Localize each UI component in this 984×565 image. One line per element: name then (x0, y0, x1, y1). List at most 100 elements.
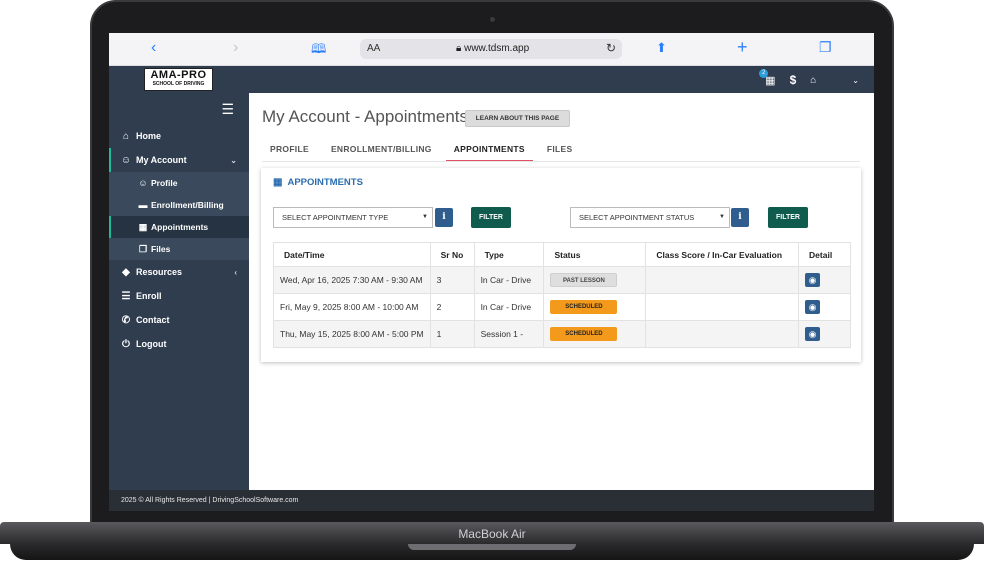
sidebar-item-label: Resources (136, 267, 183, 277)
account-tabs: PROFILE ENROLLMENT/BILLING APPOINTMENTS … (262, 137, 586, 162)
browser-toolbar: ‹ › 🕮 AA 🔒︎ www.tdsm.app ↻ ⬆︎ + ❐ (109, 33, 874, 66)
appointment-status-select-value: SELECT APPOINTMENT STATUS (579, 213, 695, 222)
tab-files[interactable]: FILES (539, 137, 581, 162)
appointment-type-select-value: SELECT APPOINTMENT TYPE (282, 213, 389, 222)
table-row: Fri, May 9, 2025 8:00 AM - 10:00 AM 2 In… (273, 293, 851, 321)
sidebar-item-label: Contact (136, 315, 170, 325)
school-logo[interactable]: AMA-PRO SCHOOL OF DRIVING (144, 68, 213, 91)
cell-sr-no: 1 (429, 320, 475, 348)
sidebar-item-logout[interactable]: ⏻ Logout (109, 332, 249, 356)
sidebar-item-resources[interactable]: ◆ Resources ‹ (109, 260, 249, 284)
cell-sr-no: 2 (429, 293, 475, 321)
device-label: MacBook Air (458, 527, 526, 541)
filter-type-button[interactable]: FILTER (471, 207, 511, 228)
user-icon[interactable]: ⌂ (810, 75, 816, 86)
sidebar-item-label: Home (136, 131, 162, 141)
laptop-base: MacBook Air (0, 522, 984, 565)
column-header-status: Status (543, 242, 647, 267)
sidebar-item-label: Files (151, 244, 171, 254)
camera-icon (490, 17, 495, 22)
sidebar-item-label: Appointments (151, 222, 209, 232)
appointments-panel: ▦ APPOINTMENTS SELECT APPOINTMENT TYPE ▼… (261, 168, 861, 362)
files-icon: ❐ (138, 243, 148, 254)
sidebar-item-appointments[interactable]: ▦ Appointments (109, 216, 249, 238)
view-detail-eye-icon[interactable]: ◉ (805, 273, 821, 287)
table-header-row: Date/Time Sr No Type Status Class Score … (273, 242, 851, 267)
filter-status-button[interactable]: FILTER (768, 207, 808, 228)
cell-status: PAST LESSON (543, 266, 647, 294)
sidebar-item-enrollment-billing[interactable]: ▬ Enrollment/Billing (109, 194, 249, 216)
laptop-notch (408, 544, 576, 550)
screen: ‹ › 🕮 AA 🔒︎ www.tdsm.app ↻ ⬆︎ + ❐ AMA-PR… (109, 33, 874, 511)
dollar-icon[interactable]: $ (790, 73, 797, 87)
tab-profile[interactable]: PROFILE (262, 137, 317, 162)
calendar-icon: ▦ (138, 221, 148, 232)
view-detail-eye-icon[interactable]: ◉ (805, 300, 821, 314)
app-header: AMA-PRO SCHOOL OF DRIVING ▦ 2 $ ⌂ ⌄ (109, 66, 874, 93)
table-row: Thu, May 15, 2025 8:00 AM - 5:00 PM 1 Se… (273, 320, 851, 348)
user-icon: ☺︎ (120, 154, 132, 166)
cell-type: In Car - Drive (473, 266, 545, 294)
calendar-notification-icon[interactable]: ▦ 2 (759, 68, 776, 87)
view-detail-eye-icon[interactable]: ◉ (805, 327, 821, 341)
appointment-type-select[interactable]: SELECT APPOINTMENT TYPE ▼ (273, 207, 433, 228)
header-icons: ▦ 2 $ ⌂ ⌄ (759, 68, 859, 88)
panel-title: ▦ APPOINTMENTS (273, 177, 363, 188)
phone-icon: ✆ (121, 314, 131, 326)
calendar-icon: ▦ (273, 177, 283, 188)
cell-detail: ◉ (798, 320, 851, 348)
page-title: My Account - Appointments (262, 107, 468, 126)
sidebar-item-enroll[interactable]: ☰ Enroll (109, 284, 249, 308)
logo-sub-text: SCHOOL OF DRIVING (152, 81, 205, 87)
diamond-icon: ◆ (122, 266, 130, 278)
home-icon: ⌂ (122, 130, 130, 142)
cell-datetime: Fri, May 9, 2025 8:00 AM - 10:00 AM (273, 293, 431, 321)
chevron-left-icon: ‹ (234, 267, 237, 277)
laptop-frame: ‹ › 🕮 AA 🔒︎ www.tdsm.app ↻ ⬆︎ + ❐ AMA-PR… (0, 0, 984, 565)
column-header-datetime: Date/Time (273, 242, 431, 267)
forward-icon[interactable]: › (233, 39, 238, 57)
column-header-detail: Detail (798, 242, 851, 267)
panel-title-text: APPOINTMENTS (287, 177, 363, 188)
reader-aa-button[interactable]: AA (367, 43, 380, 54)
appointment-type-info-button[interactable]: i (435, 208, 453, 227)
appointment-status-select[interactable]: SELECT APPOINTMENT STATUS ▼ (570, 207, 730, 228)
sidebar-item-my-account[interactable]: ☺︎ My Account ⌄ (109, 148, 249, 172)
bookmarks-icon[interactable]: 🕮 (311, 40, 326, 62)
cell-datetime: Wed, Apr 16, 2025 7:30 AM - 9:30 AM (273, 266, 431, 294)
sidebar-nav: ⌂ Home ☺︎ My Account ⌄ ☺︎ Profile ▬ Enro… (109, 124, 249, 356)
new-tab-icon[interactable]: + (737, 37, 748, 58)
cell-datetime: Thu, May 15, 2025 8:00 AM - 5:00 PM (273, 320, 431, 348)
my-account-submenu: ☺︎ Profile ▬ Enrollment/Billing ▦ Appoin… (109, 172, 249, 260)
sidebar-item-files[interactable]: ❐ Files (109, 238, 249, 260)
sidebar-item-label: Enroll (136, 291, 162, 301)
chevron-down-icon[interactable]: ⌄ (852, 76, 859, 85)
cell-status: SCHEDULED (543, 320, 647, 348)
hamburger-menu-icon[interactable]: ☰ (221, 101, 234, 118)
tabs-divider (262, 161, 860, 162)
tabs-overview-icon[interactable]: ❐ (819, 39, 832, 56)
column-header-score: Class Score / In-Car Evaluation (645, 242, 800, 267)
sidebar-item-contact[interactable]: ✆ Contact (109, 308, 249, 332)
cell-score (645, 293, 800, 321)
appointment-status-info-button[interactable]: i (731, 208, 749, 227)
share-icon[interactable]: ⬆︎ (656, 40, 667, 56)
column-header-type: Type (473, 242, 545, 267)
url-text: 🔒︎ www.tdsm.app (456, 43, 530, 54)
sidebar-item-label: Profile (151, 178, 178, 188)
tab-enrollment-billing[interactable]: ENROLLMENT/BILLING (323, 137, 440, 162)
cell-score (645, 266, 800, 294)
back-icon[interactable]: ‹ (151, 39, 156, 57)
column-header-sr-no: Sr No (429, 242, 475, 267)
dropdown-arrow-icon: ▼ (719, 214, 725, 220)
status-badge: SCHEDULED (550, 300, 618, 314)
cell-type: In Car - Drive (473, 293, 545, 321)
sidebar-item-profile[interactable]: ☺︎ Profile (109, 172, 249, 194)
status-badge: SCHEDULED (550, 327, 618, 341)
sidebar-item-home[interactable]: ⌂ Home (109, 124, 249, 148)
tab-appointments[interactable]: APPOINTMENTS (445, 137, 533, 162)
reload-icon[interactable]: ↻ (606, 41, 616, 55)
address-bar[interactable]: AA 🔒︎ www.tdsm.app ↻ (360, 39, 622, 59)
chevron-down-icon: ⌄ (230, 155, 237, 165)
learn-about-page-button[interactable]: LEARN ABOUT THIS PAGE (465, 110, 570, 127)
